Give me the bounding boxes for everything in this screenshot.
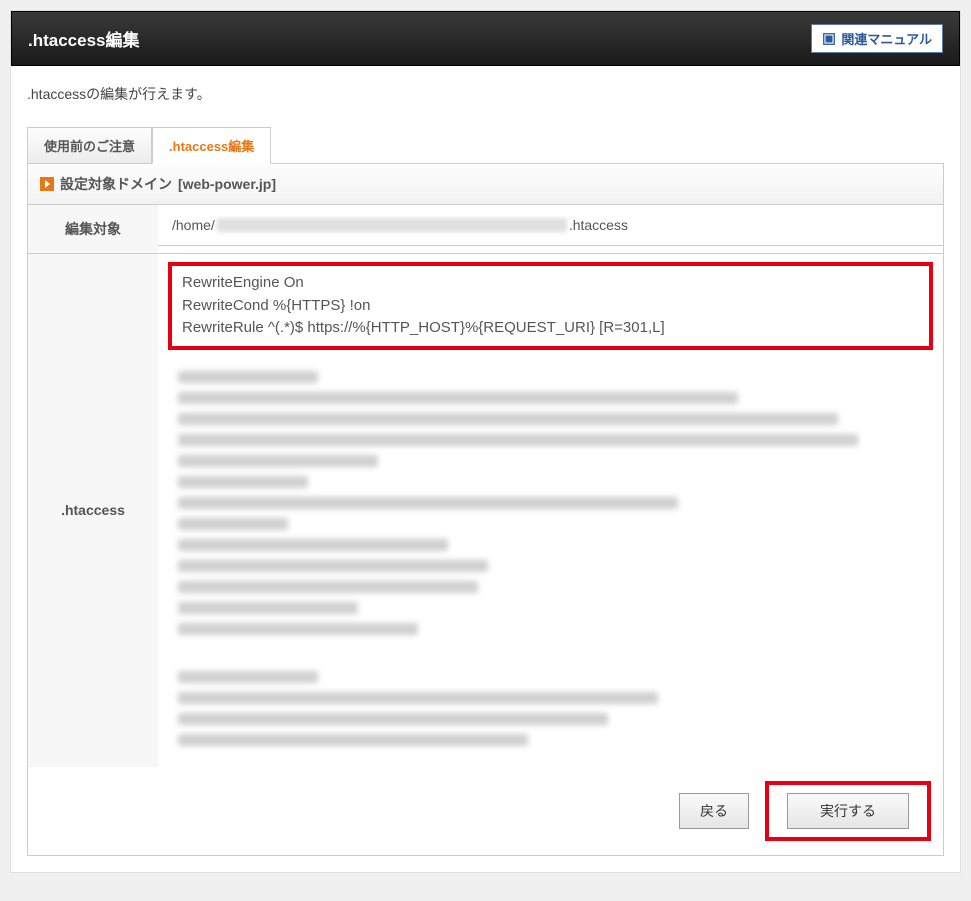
path-suffix: .htaccess (569, 217, 628, 233)
htaccess-cell: RewriteEngine On RewriteCond %{HTTPS} !o… (158, 254, 943, 767)
section-title-prefix: 設定対象ドメイン (60, 174, 172, 194)
main-panel: .htaccess編集 関連マニュアル .htaccessの編集が行えます。 使… (10, 10, 961, 873)
related-manual-button[interactable]: 関連マニュアル (811, 24, 943, 53)
page-description: .htaccessの編集が行えます。 (11, 66, 960, 126)
section-domain: [web-power.jp] (178, 176, 276, 192)
tab-bar: 使用前のご注意 .htaccess編集 (11, 126, 960, 163)
manual-button-label: 関連マニュアル (841, 29, 932, 48)
htaccess-editor-highlight[interactable]: RewriteEngine On RewriteCond %{HTTPS} !o… (168, 262, 933, 350)
htaccess-label: .htaccess (28, 254, 158, 767)
page-title: .htaccess編集 (28, 26, 140, 51)
editor-line: RewriteCond %{HTTPS} !on (182, 295, 919, 318)
htaccess-content-row: .htaccess RewriteEngine On RewriteCond %… (28, 254, 943, 767)
tab-notice[interactable]: 使用前のご注意 (27, 127, 152, 164)
execute-button[interactable]: 実行する (787, 793, 909, 829)
path-prefix: /home/ (172, 217, 215, 233)
execute-highlight: 実行する (765, 781, 931, 841)
editor-line: RewriteRule ^(.*)$ https://%{HTTP_HOST}%… (182, 317, 919, 340)
section-header: 設定対象ドメイン [web-power.jp] (28, 164, 943, 205)
edit-target-value: /home/ .htaccess (158, 205, 943, 246)
edit-target-label: 編集対象 (28, 205, 158, 254)
header-bar: .htaccess編集 関連マニュアル (11, 11, 960, 66)
book-icon (822, 32, 836, 46)
edit-target-row: 編集対象 /home/ .htaccess (28, 205, 943, 254)
redacted-content (168, 358, 933, 759)
editor-line: RewriteEngine On (182, 272, 919, 295)
button-row: 戻る 実行する (28, 767, 943, 855)
back-button[interactable]: 戻る (679, 793, 749, 829)
content-area: 設定対象ドメイン [web-power.jp] 編集対象 /home/ .hta… (27, 163, 944, 856)
redacted-path (217, 218, 567, 232)
form-table: 編集対象 /home/ .htaccess .htaccess RewriteE… (28, 205, 943, 767)
tab-htaccess-edit[interactable]: .htaccess編集 (152, 127, 271, 164)
arrow-right-icon (40, 177, 54, 191)
